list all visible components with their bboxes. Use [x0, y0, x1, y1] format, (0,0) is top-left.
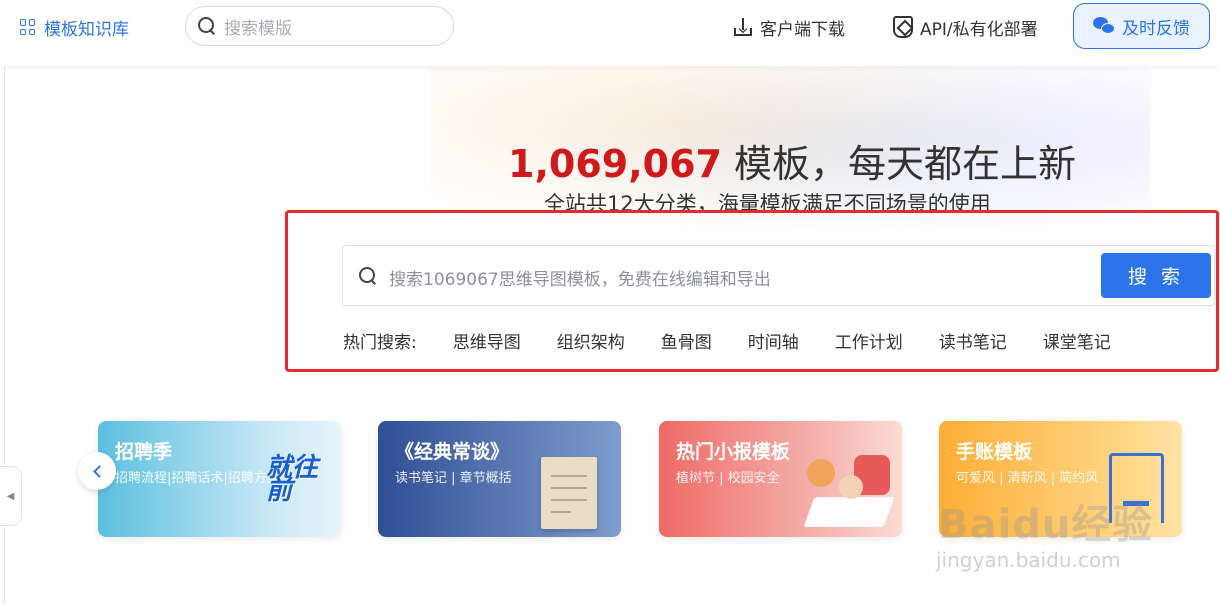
card-subtitle: 招聘流程|招聘话术|招聘方案: [115, 471, 280, 486]
grid-icon: [20, 19, 36, 35]
recruit-illustration: 就往前: [266, 453, 319, 507]
hero-title-suffix: 模板，每天都在上新: [721, 142, 1077, 186]
logo-link[interactable]: 模板知识库: [20, 15, 129, 40]
chevron-left-icon: [92, 464, 106, 478]
feedback-label: 及时反馈: [1122, 18, 1190, 39]
carousel-prev-button[interactable]: [78, 452, 116, 490]
book-illustration: [541, 457, 597, 529]
banner-card-newspaper[interactable]: 热门小报模板 植树节 | 校园安全: [659, 421, 902, 537]
api-label: API/私有化部署: [920, 19, 1038, 40]
wechat-icon: [1093, 17, 1115, 35]
caret-left-icon: ◀: [6, 490, 15, 502]
header-search-input[interactable]: 搜索模版: [185, 6, 454, 46]
card-title: 热门小报模板: [676, 441, 791, 463]
watermark-brand: Baidu经验: [938, 502, 1154, 548]
card-title: 手账模板: [956, 441, 1033, 463]
template-count: 1,069,067: [508, 142, 722, 186]
logo-label: 模板知识库: [44, 19, 129, 40]
api-deploy-link[interactable]: API/私有化部署: [893, 14, 1038, 40]
header-search-placeholder: 搜索模版: [224, 18, 292, 39]
search-icon: [198, 17, 216, 35]
download-label: 客户端下载: [760, 19, 845, 40]
watermark-url: jingyan.baidu.com: [936, 548, 1121, 572]
sidebar-toggle[interactable]: ◀: [0, 466, 22, 526]
card-subtitle: 植树节 | 校园安全: [676, 471, 780, 486]
card-subtitle: 读书笔记 | 章节概括: [395, 471, 512, 486]
top-header: 模板知识库 搜索模版 客户端下载 API/私有化部署 及时反馈: [0, 0, 1220, 66]
banner-card-recruit[interactable]: 招聘季 招聘流程|招聘话术|招聘方案 就往前: [98, 421, 341, 537]
baidu-jingyan-watermark: Baidu经验 jingyan.baidu.com: [930, 470, 1170, 580]
badge-icon: [893, 16, 913, 38]
kids-illustration: [799, 445, 895, 530]
feedback-button[interactable]: 及时反馈: [1073, 3, 1210, 49]
banner-card-classic[interactable]: 《经典常谈》 读书笔记 | 章节概括: [378, 421, 621, 537]
card-title: 招聘季: [115, 441, 173, 463]
annotation-highlight-box: [285, 210, 1219, 372]
client-download-link[interactable]: 客户端下载: [733, 14, 845, 40]
download-icon: [733, 17, 753, 37]
hero-title: 1,069,067 模板，每天都在上新: [508, 133, 1076, 188]
card-title: 《经典常谈》: [395, 441, 510, 463]
